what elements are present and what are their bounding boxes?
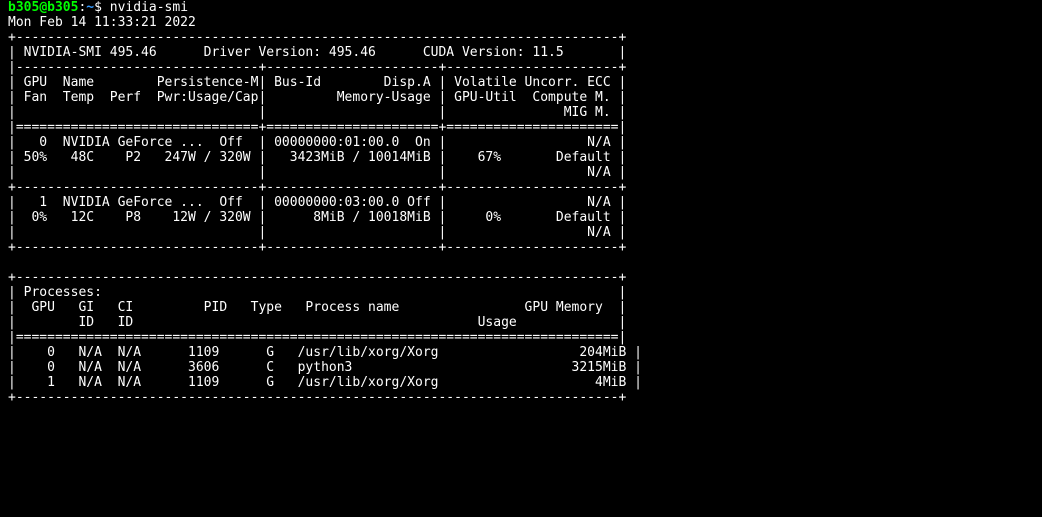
prompt-at: @ [39, 0, 47, 15]
command-text: nvidia-smi [110, 0, 188, 15]
terminal-output[interactable]: b305@b305:~$ nvidia-smi Mon Feb 14 11:33… [0, 0, 1042, 405]
prompt-host: b305 [47, 0, 78, 15]
prompt-user: b305 [8, 0, 39, 15]
prompt-symbol: $ [94, 0, 110, 15]
prompt-cwd: ~ [86, 0, 94, 15]
